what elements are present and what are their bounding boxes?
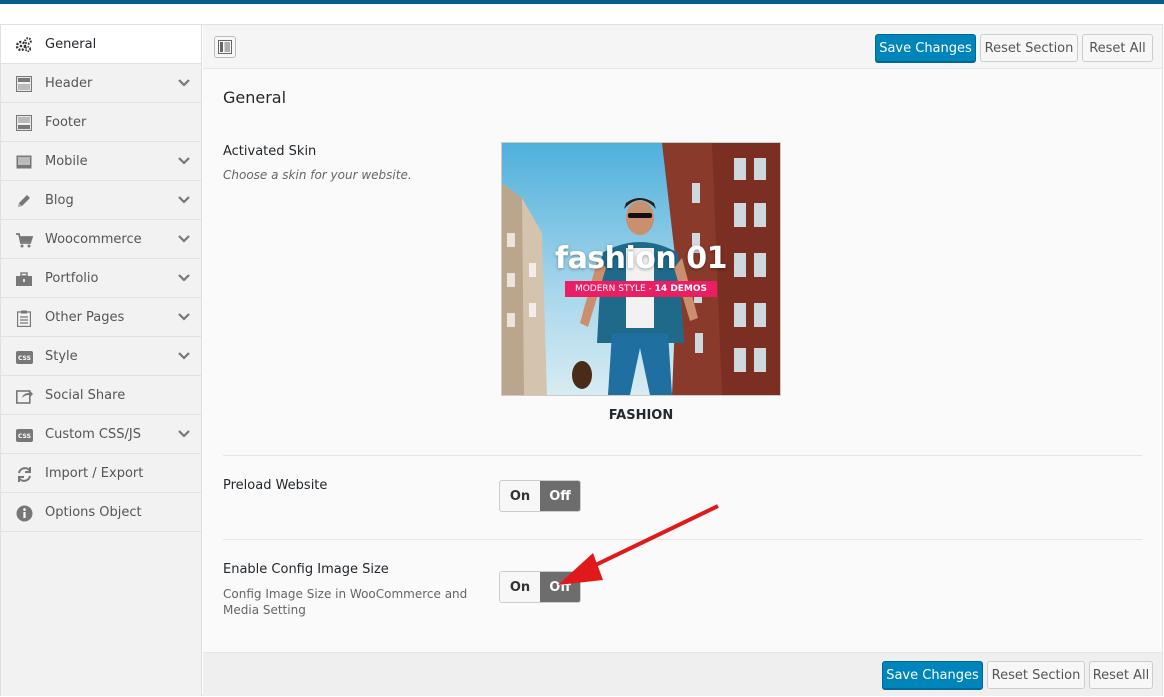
- sidebar-item-blog[interactable]: Blog: [1, 181, 201, 220]
- reset-section-button[interactable]: Reset Section: [980, 34, 1078, 62]
- cart-icon: [15, 231, 33, 249]
- skin-caption: FASHION: [608, 408, 674, 423]
- header-icon: [15, 75, 33, 93]
- activated-skin-description: Choose a skin for your website.: [223, 168, 412, 182]
- chevron-down-icon: [178, 313, 190, 321]
- field-divider: [223, 455, 1142, 456]
- sidebar-item-label: Social Share: [45, 388, 126, 403]
- reset-section-button[interactable]: Reset Section: [987, 661, 1085, 689]
- bottom-toolbar: Save Changes Reset Section Reset All: [203, 652, 1162, 696]
- save-changes-button[interactable]: Save Changes: [875, 34, 976, 62]
- sidebar-item-options-object[interactable]: Options Object: [1, 493, 201, 532]
- sidebar-item-label: Blog: [45, 193, 74, 208]
- sidebar-item-label: Import / Export: [45, 466, 144, 481]
- toggle-on-option[interactable]: On: [500, 572, 540, 602]
- sidebar-item-label: Mobile: [45, 154, 88, 169]
- skin-image-subtitle-style: MODERN STYLE -: [574, 284, 655, 294]
- skin-thumbnail[interactable]: fashion 01 MODERN STYLE - 14 DEMOS: [501, 142, 781, 396]
- footer-icon: [15, 114, 33, 132]
- pencil-icon: [15, 192, 33, 210]
- skin-image-subtitle-badge: MODERN STYLE - 14 DEMOS: [565, 281, 717, 297]
- share-icon: [15, 387, 33, 405]
- enable-config-image-size-label: Enable Config Image Size: [223, 562, 389, 577]
- refresh-icon: [15, 465, 33, 483]
- css-icon: CSS: [15, 348, 33, 366]
- layout-icon: [218, 40, 232, 54]
- layout-toggle-button[interactable]: [214, 36, 236, 58]
- sidebar-item-style[interactable]: CSS Style: [1, 337, 201, 376]
- sidebar-item-mobile[interactable]: Mobile: [1, 142, 201, 181]
- preload-website-label: Preload Website: [223, 478, 328, 493]
- clipboard-icon: [15, 309, 33, 327]
- sidebar-item-import-export[interactable]: Import / Export: [1, 454, 201, 493]
- sidebar-item-label: Style: [45, 349, 78, 364]
- sidebar-item-woocommerce[interactable]: Woocommerce: [1, 220, 201, 259]
- enable-config-image-size-description: Config Image Size in WooCommerce and Med…: [223, 587, 468, 617]
- skin-image-title: fashion 01: [555, 241, 727, 276]
- admin-top-bar: [0, 0, 1164, 4]
- info-icon: [15, 504, 33, 522]
- top-toolbar: Save Changes Reset Section Reset All: [203, 25, 1162, 69]
- section-title: General: [223, 88, 287, 107]
- sidebar-item-label: Portfolio: [45, 271, 99, 286]
- sidebar-item-footer[interactable]: Footer: [1, 103, 201, 142]
- sidebar-item-custom-css-js[interactable]: CSS Custom CSS/JS: [1, 415, 201, 454]
- sidebar-item-other-pages[interactable]: Other Pages: [1, 298, 201, 337]
- chevron-down-icon: [178, 430, 190, 438]
- chevron-down-icon: [178, 196, 190, 204]
- skin-image-subtitle-demos: 14 DEMOS: [654, 284, 708, 294]
- sidebar-item-social-share[interactable]: Social Share: [1, 376, 201, 415]
- save-changes-button[interactable]: Save Changes: [882, 661, 983, 689]
- chevron-down-icon: [178, 235, 190, 243]
- activated-skin-label: Activated Skin: [223, 144, 317, 159]
- svg-text:CSS: CSS: [18, 433, 31, 440]
- sidebar-item-header[interactable]: Header: [1, 64, 201, 103]
- sidebar-item-label: Header: [45, 76, 93, 91]
- mobile-icon: [15, 153, 33, 171]
- sidebar-item-label: Custom CSS/JS: [45, 427, 141, 442]
- sidebar-item-label: Other Pages: [45, 310, 125, 325]
- sidebar-item-portfolio[interactable]: Portfolio: [1, 259, 201, 298]
- briefcase-icon: [15, 270, 33, 288]
- chevron-down-icon: [178, 352, 190, 360]
- sidebar-item-label: Options Object: [45, 505, 142, 520]
- reset-all-button[interactable]: Reset All: [1082, 34, 1153, 62]
- sidebar-item-label: Footer: [45, 115, 87, 130]
- sidebar-item-label: General: [45, 37, 97, 52]
- sidebar-item-general[interactable]: General: [1, 25, 201, 64]
- chevron-down-icon: [178, 79, 190, 87]
- chevron-down-icon: [178, 157, 190, 165]
- toggle-on-option[interactable]: On: [500, 481, 540, 511]
- css-icon: CSS: [15, 426, 33, 444]
- annotation-arrow-icon: [558, 504, 719, 585]
- sidebar-item-label: Woocommerce: [45, 232, 142, 247]
- reset-all-button[interactable]: Reset All: [1089, 661, 1153, 689]
- gears-icon: [15, 36, 33, 54]
- svg-text:CSS: CSS: [18, 355, 31, 362]
- chevron-down-icon: [178, 274, 190, 282]
- options-main: Save Changes Reset Section Reset All Gen…: [203, 25, 1162, 696]
- options-sidebar: General Header Footer Mobile Blog Woocom…: [1, 25, 202, 696]
